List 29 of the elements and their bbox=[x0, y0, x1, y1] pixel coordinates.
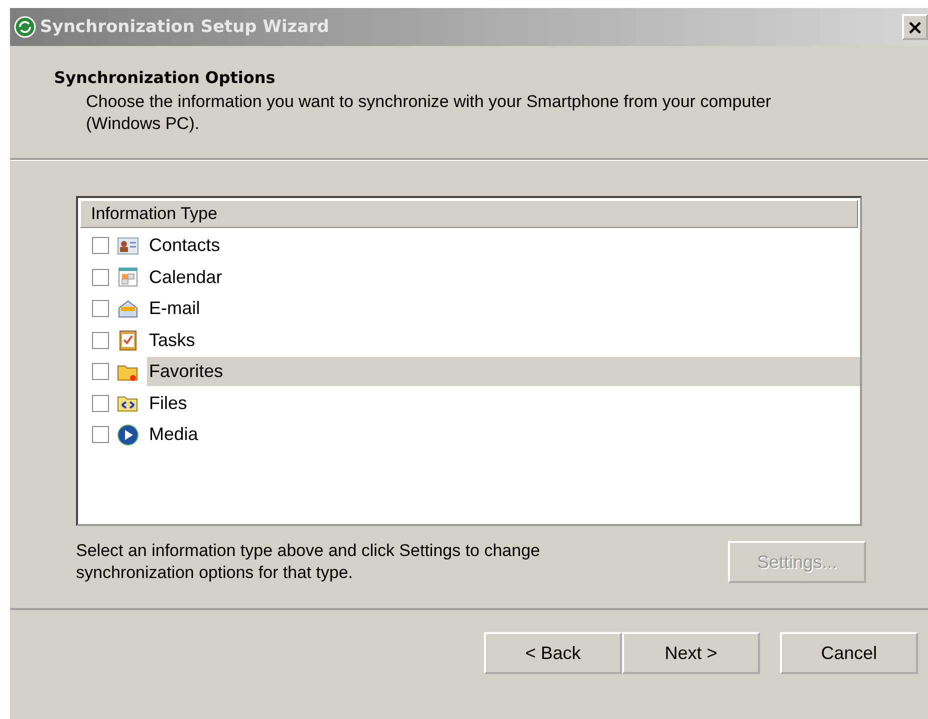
page-title: Synchronization Options bbox=[54, 68, 276, 87]
list-item[interactable]: Favorites bbox=[147, 357, 860, 386]
wizard-button[interactable]: < Back bbox=[484, 632, 622, 674]
play-icon bbox=[117, 424, 139, 446]
list-item[interactable]: Files bbox=[147, 388, 192, 418]
column-header[interactable]: Information Type bbox=[80, 200, 858, 228]
wizard-button[interactable]: Next > bbox=[622, 632, 760, 674]
checkbox[interactable] bbox=[92, 332, 109, 349]
sync-icon bbox=[14, 16, 36, 38]
list-item[interactable]: Media bbox=[147, 420, 202, 450]
checkbox[interactable] bbox=[92, 426, 109, 444]
page-description: Choose the information you want to synchronize with your Smartphone from your computer (Windows PC). bbox=[86, 91, 772, 135]
list-item[interactable]: E-mail bbox=[147, 294, 204, 324]
calendar-icon bbox=[117, 266, 139, 288]
wizard-button[interactable]: Cancel bbox=[780, 632, 918, 674]
checkbox[interactable] bbox=[92, 268, 109, 286]
close-button[interactable]: × bbox=[902, 14, 928, 40]
list-item[interactable]: Calendar bbox=[147, 262, 226, 292]
checkbox[interactable] bbox=[92, 237, 109, 254]
checkbox[interactable] bbox=[92, 394, 109, 412]
checkbox[interactable] bbox=[92, 363, 109, 380]
list-item[interactable]: Tasks bbox=[147, 326, 200, 355]
hint-text: Select an information type above and click Settings to change synchronization options for that type. bbox=[76, 540, 542, 584]
list-item[interactable]: Contacts bbox=[147, 231, 224, 260]
contact-card-icon bbox=[117, 234, 139, 257]
envelope-icon bbox=[117, 298, 139, 320]
clipboard-icon bbox=[117, 329, 139, 352]
window-title: Synchronization Setup Wizard bbox=[40, 17, 330, 37]
checkbox[interactable] bbox=[92, 300, 109, 318]
